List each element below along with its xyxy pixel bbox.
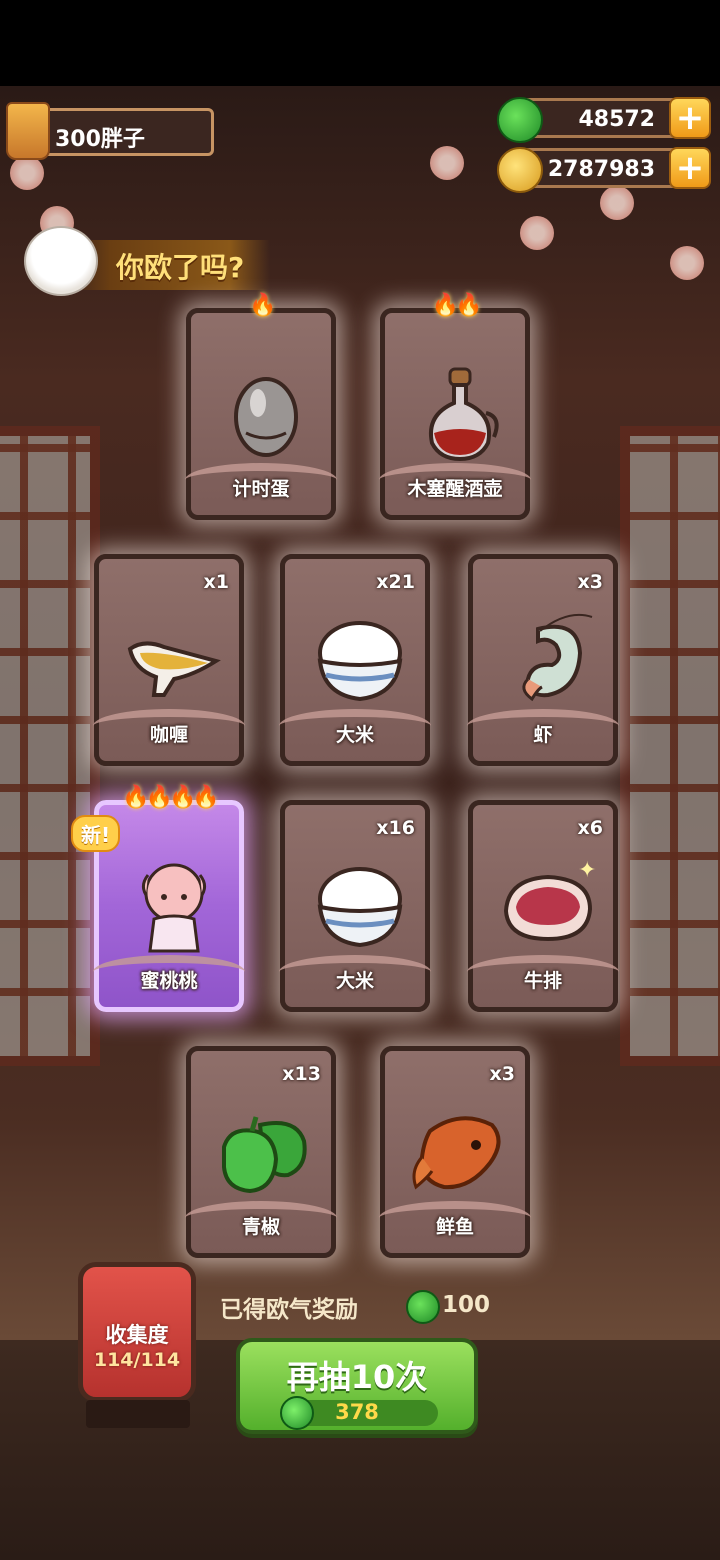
rice-bowl-icon xyxy=(317,621,403,702)
collection-title: 收集度 xyxy=(105,1323,169,1347)
player-name-plate[interactable]: 300胖子 xyxy=(28,108,214,156)
svg-text:✦: ✦ xyxy=(578,858,596,883)
add-jade-button[interactable]: + xyxy=(669,97,711,139)
fish-icon xyxy=(412,1116,501,1190)
rice-bowl-icon xyxy=(317,867,403,948)
card-item[interactable]: x13 青椒 xyxy=(185,1046,337,1258)
card-item[interactable]: x6 ✦ 牛排 xyxy=(467,800,619,1012)
green-pepper-icon xyxy=(222,1116,307,1194)
player-avatar-icon[interactable] xyxy=(6,102,50,160)
card-label: 虾 xyxy=(533,724,553,746)
card-item[interactable]: x3 虾 xyxy=(467,554,619,766)
card-count: x16 xyxy=(376,817,415,839)
blossom-decor xyxy=(520,216,554,250)
collection-progress: 114/114 xyxy=(93,1349,181,1371)
card-count: x3 xyxy=(489,1063,515,1085)
card-label: 大米 xyxy=(335,970,374,992)
card-label: 大米 xyxy=(335,724,374,746)
card-label: 咖喱 xyxy=(149,724,188,746)
rarity-flame-icon: 🔥 xyxy=(249,293,276,318)
blossom-decor xyxy=(670,246,704,280)
decanter-icon xyxy=(429,367,499,462)
reward-value: 100 xyxy=(442,1292,491,1318)
reward-label: 已得欧气奖励 xyxy=(220,1297,358,1323)
rarity-flame-icon: 🔥🔥 xyxy=(431,293,483,318)
card-count: x13 xyxy=(282,1063,321,1085)
jade-icon xyxy=(406,1290,440,1324)
card-item-special[interactable]: 🔥🔥🔥🔥 新! 蜜桃桃 xyxy=(71,785,245,1012)
coin-currency-bar: 2787983 + xyxy=(497,147,711,193)
card-item[interactable]: x21 大米 xyxy=(279,554,431,766)
curry-gravy-boat-icon xyxy=(127,641,221,697)
card-label: 木塞醒酒壶 xyxy=(407,478,503,500)
card-item[interactable]: x1 咖喱 xyxy=(93,554,245,766)
card-label: 计时蛋 xyxy=(232,478,290,500)
title-banner: 你欧了吗? xyxy=(70,240,270,290)
decor-window-left xyxy=(0,426,100,1066)
lantern-stand xyxy=(86,1400,190,1428)
card-count: x3 xyxy=(577,571,603,593)
card-item[interactable]: x16 大米 xyxy=(279,800,431,1012)
new-badge: 新! xyxy=(71,815,121,852)
card-label: 蜜桃桃 xyxy=(140,970,198,992)
collection-lantern[interactable]: 收集度 114/114 xyxy=(78,1262,196,1402)
add-coin-button[interactable]: + xyxy=(669,147,711,189)
blossom-decor xyxy=(430,146,464,180)
chick-mascot-icon xyxy=(24,226,98,296)
card-count: x1 xyxy=(203,571,229,593)
egg-timer-icon xyxy=(234,377,298,457)
card-item[interactable]: 🔥🔥 木塞醒酒壶 xyxy=(379,293,531,520)
card-label: 青椒 xyxy=(241,1216,280,1238)
coin-amount: 2787983 xyxy=(547,157,655,182)
steak-icon: ✦ xyxy=(503,858,596,942)
blossom-decor xyxy=(10,156,44,190)
rarity-flame-icon: 🔥🔥🔥🔥 xyxy=(122,785,220,810)
card-label: 牛排 xyxy=(523,970,562,992)
card-label: 鲜鱼 xyxy=(435,1216,474,1238)
jade-currency-bar: 48572 + xyxy=(497,97,711,143)
draw-button-label: 再抽10次 xyxy=(286,1358,428,1396)
shrimp-icon xyxy=(522,613,593,702)
blossom-decor xyxy=(600,186,634,220)
draw-cost: 378 xyxy=(335,1400,379,1424)
draw-again-button[interactable]: 再抽10次 378 xyxy=(236,1338,478,1434)
jade-amount: 48572 xyxy=(578,107,655,132)
card-count: x6 xyxy=(577,817,603,839)
peach-girl-character-icon xyxy=(141,863,207,953)
jade-icon xyxy=(497,97,543,143)
decor-window-right xyxy=(620,426,720,1066)
card-count: x21 xyxy=(376,571,415,593)
coin-icon xyxy=(497,147,543,193)
player-name: 300胖子 xyxy=(55,127,145,152)
banner-title: 你欧了吗? xyxy=(116,251,245,284)
card-item[interactable]: x3 鲜鱼 xyxy=(379,1046,531,1258)
card-item[interactable]: 🔥 计时蛋 xyxy=(185,293,337,520)
